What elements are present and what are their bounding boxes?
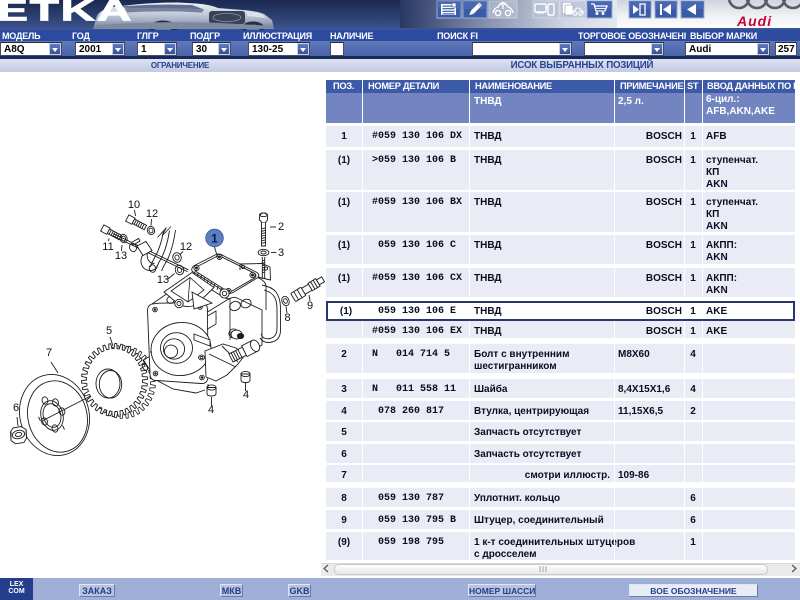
svg-text:12: 12 xyxy=(146,208,158,220)
svg-text:12: 12 xyxy=(180,241,192,253)
svg-text:6: 6 xyxy=(13,402,19,414)
svg-text:11: 11 xyxy=(102,241,113,253)
svg-text:13: 13 xyxy=(157,274,169,286)
svg-text:2: 2 xyxy=(278,221,284,233)
svg-text:4: 4 xyxy=(243,389,249,401)
svg-text:8: 8 xyxy=(284,312,290,324)
svg-text:1: 1 xyxy=(211,232,218,246)
svg-text:10: 10 xyxy=(128,199,140,211)
svg-text:7: 7 xyxy=(46,347,52,359)
svg-text:13: 13 xyxy=(115,250,127,262)
svg-text:4: 4 xyxy=(208,404,214,416)
svg-text:3: 3 xyxy=(278,247,284,259)
svg-text:9: 9 xyxy=(307,300,313,312)
svg-text:5: 5 xyxy=(106,325,112,337)
